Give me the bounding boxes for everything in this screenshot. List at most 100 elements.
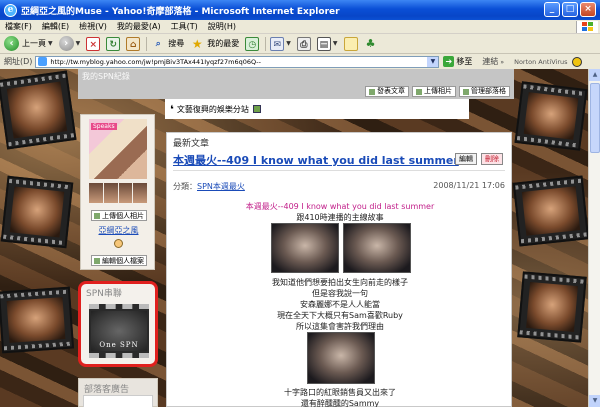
document-icon: ▤ (316, 36, 331, 51)
messenger-button[interactable]: ♣ (364, 37, 378, 51)
widget-header: SPN串聯 (86, 289, 122, 299)
chevron-down-icon: ▼ (48, 40, 53, 47)
messenger-icon: ♣ (365, 36, 376, 50)
upload-profile-photo-button[interactable]: 上傳個人相片 (91, 210, 147, 221)
manage-blog-button[interactable]: 管理部落格 (459, 86, 510, 97)
note-icon (343, 36, 358, 51)
close-button[interactable]: × (580, 2, 596, 17)
stop-button[interactable]: × (86, 36, 101, 51)
menu-favorites[interactable]: 我的最愛(A) (112, 21, 166, 32)
edit-profile-button[interactable]: 編輯個人檔案 (91, 255, 147, 266)
post-line: 現在全天下大概只有Sam喜歡Ruby (277, 311, 403, 320)
menu-tools[interactable]: 工具(T) (166, 21, 203, 32)
links-label: 連結 (482, 57, 499, 66)
search-label: 搜尋 (168, 39, 185, 48)
search-icon: ⌕ (155, 38, 161, 49)
thumbnail[interactable] (89, 183, 103, 203)
menu-view[interactable]: 檢視(V) (74, 21, 112, 32)
manage-blog-label: 管理部落格 (471, 87, 506, 95)
scrollbar-thumb[interactable] (590, 83, 600, 153)
search-button[interactable]: ⌕ 搜尋 (151, 37, 185, 51)
profile-name-link[interactable]: 亞綱亞之風 (81, 225, 156, 236)
address-label: 網址(D) (4, 57, 33, 66)
menu-help[interactable]: 說明(H) (203, 21, 241, 32)
scroll-down-icon[interactable]: ▼ (589, 395, 600, 407)
address-dropdown-icon[interactable]: ▼ (427, 56, 439, 67)
forward-button[interactable]: › ▼ (58, 36, 80, 51)
photo-thumbnails (89, 183, 147, 203)
post-article-button[interactable]: 發表文章 (365, 86, 409, 97)
background-film-frame (512, 175, 588, 247)
favorites-button[interactable]: ★ 我的最愛 (190, 37, 239, 51)
links-button[interactable]: 連結» (482, 56, 504, 67)
chevron-right-icon: » (500, 59, 505, 66)
menu-file[interactable]: 檔案(F) (0, 21, 37, 32)
history-icon: ◷ (245, 36, 260, 51)
background-film-frame (0, 175, 74, 249)
background-film-frame (514, 81, 588, 151)
ad-box[interactable] (83, 395, 153, 407)
spn-link-widget: SPN串聯 One SPN (78, 281, 158, 367)
refresh-button[interactable]: ↻ (106, 36, 121, 51)
vertical-scrollbar[interactable]: ▲ ▼ (588, 69, 600, 407)
thumbnail[interactable] (103, 183, 118, 203)
blog-title: 文藝復興的娛樂分站 (176, 104, 249, 114)
screenshot-image (307, 332, 375, 384)
section-heading: 最新文章 (173, 139, 210, 149)
history-button[interactable]: ◷ (245, 36, 260, 51)
toolbar-divider (265, 36, 267, 51)
minimize-button[interactable]: _ (544, 2, 560, 17)
edit-page-button[interactable]: ▤ ▼ (316, 36, 338, 51)
address-url[interactable]: http://tw.myblog.yahoo.com/jw!pmjBiv3TAx… (50, 58, 427, 66)
toolbar-divider (146, 36, 148, 51)
blog-header-panel: 我的SPN紀錄 發表文章 上傳相片 管理部落格 (78, 69, 514, 99)
favorites-label: 我的最愛 (207, 39, 240, 48)
post-line: 但是容我說一句 (312, 289, 368, 298)
address-input[interactable]: http://tw.myblog.yahoo.com/jw!pmjBiv3TAx… (35, 55, 440, 68)
menu-edit[interactable]: 編輯(E) (37, 21, 74, 32)
norton-label[interactable]: Norton AntiVirus (514, 58, 567, 66)
screenshot-image (343, 223, 411, 273)
home-button[interactable]: ⌂ (126, 36, 141, 51)
blogger-ad-widget: 部落客廣告 (78, 378, 158, 407)
edit-pencil-icon[interactable] (252, 105, 261, 113)
back-arrow-icon: ‹ (4, 36, 19, 51)
star-icon: ★ (191, 36, 203, 51)
photo-tag: Speaks (91, 123, 117, 130)
divider (173, 170, 505, 171)
mail-button[interactable]: ✉ ▼ (270, 36, 291, 51)
mail-icon: ✉ (270, 36, 285, 51)
screenshot-image (271, 223, 339, 273)
background-film-frame (0, 286, 75, 354)
spn-banner-image[interactable]: One SPN (89, 304, 149, 358)
thumbnail[interactable] (133, 183, 147, 203)
category-link[interactable]: SPN本週最火 (197, 182, 245, 191)
background-film-frame (0, 70, 77, 150)
post-line: 安森麗娜不是人人能當 (300, 300, 380, 309)
background-film-frame (517, 271, 587, 343)
post-line: 還有醉醺醺的Sammy (300, 399, 380, 407)
go-label: 移至 (456, 57, 473, 66)
thumbnail[interactable] (118, 183, 133, 203)
upload-photo-button[interactable]: 上傳相片 (412, 86, 456, 97)
maximize-button[interactable]: □ (562, 2, 578, 17)
forward-arrow-icon: › (58, 36, 74, 51)
discuss-button[interactable] (343, 36, 358, 51)
post-title-link[interactable]: 本週最火--409 I know what you did last summe… (173, 152, 459, 168)
back-button[interactable]: ‹ 上一頁 ▼ (4, 36, 53, 51)
address-bar: 網址(D) http://tw.myblog.yahoo.com/jw!pmjB… (0, 54, 600, 69)
profile-panel: Speaks 上傳個人相片 亞綱亞之風 編輯個人檔案 (80, 114, 155, 270)
go-arrow-icon: ➔ (443, 56, 455, 67)
gear-icon (463, 88, 469, 95)
scroll-up-icon[interactable]: ▲ (589, 69, 600, 81)
post-article-label: 發表文章 (377, 87, 405, 95)
print-button[interactable]: ⎙ (296, 36, 311, 51)
pencil-icon (369, 88, 375, 95)
latest-post: 最新文章 本週最火--409 I know what you did last … (166, 132, 512, 407)
delete-post-button[interactable]: 刪除 (481, 153, 503, 165)
edit-post-button[interactable]: 編輯 (455, 153, 477, 165)
header-caption: 我的SPN紀錄 (82, 72, 130, 81)
edit-icon (94, 257, 100, 264)
norton-icon[interactable] (571, 56, 582, 67)
go-button[interactable]: ➔ 移至 (443, 56, 472, 67)
